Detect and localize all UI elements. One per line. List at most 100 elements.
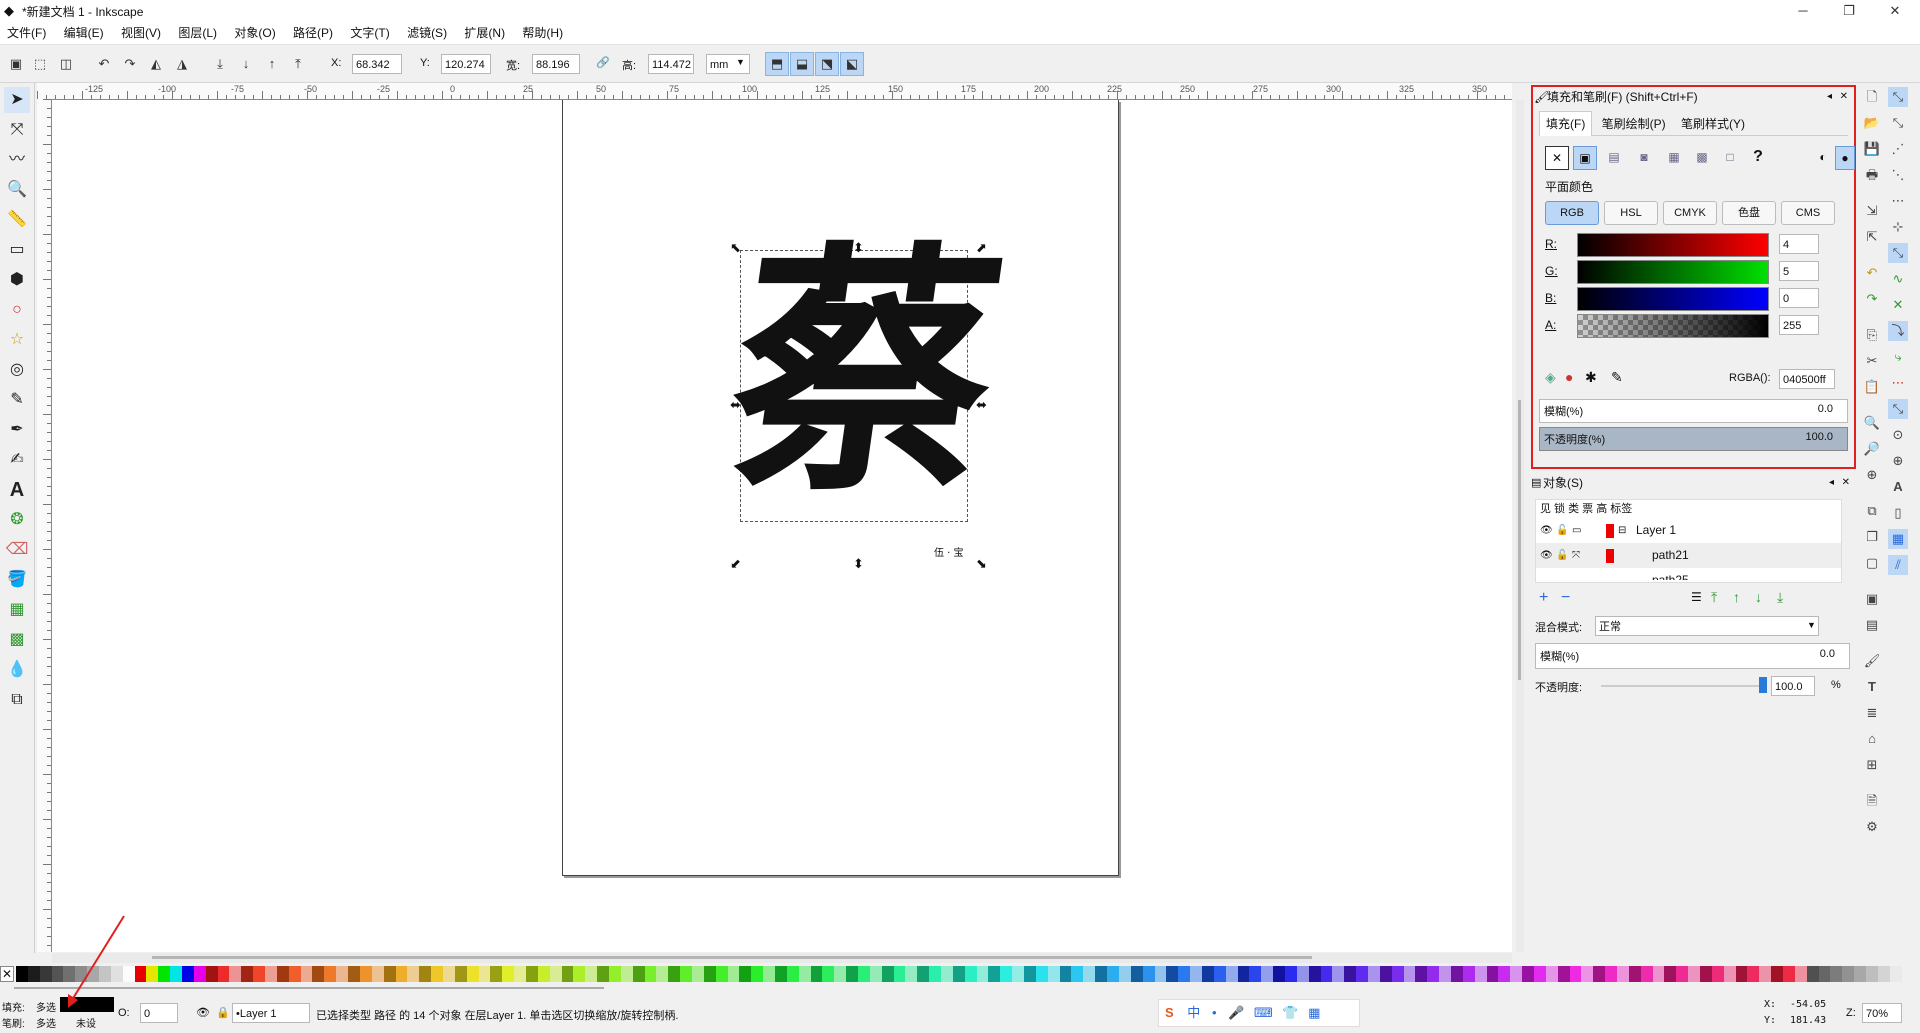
- palette-swatch[interactable]: [537, 966, 550, 982]
- palette-swatch[interactable]: [1557, 966, 1570, 982]
- palette-swatch[interactable]: [1308, 966, 1321, 982]
- palette-swatch[interactable]: [1427, 966, 1440, 982]
- palette-swatch[interactable]: [1581, 966, 1594, 982]
- scale-handle-w-icon[interactable]: ⬌: [730, 397, 741, 413]
- width-input[interactable]: 88.196: [532, 54, 580, 74]
- palette-swatch[interactable]: [1178, 966, 1191, 982]
- vertical-scrollbar[interactable]: [1516, 100, 1524, 952]
- palette-swatch[interactable]: [988, 966, 1001, 982]
- palette-swatch[interactable]: [478, 966, 491, 982]
- palette-swatch[interactable]: [1498, 966, 1511, 982]
- palette-swatch[interactable]: [182, 966, 194, 982]
- tab-stroke-style[interactable]: 笔刷样式(Y): [1675, 112, 1751, 136]
- palette-swatch[interactable]: [1522, 966, 1534, 982]
- palette-swatch[interactable]: [786, 966, 799, 982]
- print-icon[interactable]: 🖶: [1862, 165, 1882, 185]
- ime-grid-icon[interactable]: ▦: [1308, 1005, 1320, 1020]
- palette-swatch[interactable]: [917, 966, 930, 982]
- snap-others-icon[interactable]: ⤡: [1888, 399, 1908, 419]
- objects-close-icon[interactable]: ✕: [1842, 473, 1850, 493]
- scale-handle-nw-icon[interactable]: ⬉: [730, 240, 741, 256]
- palette-swatch[interactable]: [312, 966, 325, 982]
- palette-swatch[interactable]: [929, 966, 942, 982]
- palette-swatch[interactable]: [442, 966, 455, 982]
- out-of-gamut-icon[interactable]: ●: [1565, 369, 1573, 385]
- menu-object[interactable]: 对象(O): [227, 22, 282, 44]
- radial-gradient-icon[interactable]: ◙: [1633, 146, 1655, 168]
- ellipse-tool-icon[interactable]: ○: [4, 297, 30, 323]
- ime-mic-icon[interactable]: 🎤: [1228, 1005, 1244, 1020]
- duplicate-icon[interactable]: ⧉: [1862, 501, 1882, 521]
- palette-swatch[interactable]: [858, 966, 870, 982]
- palette-swatch[interactable]: [454, 966, 467, 982]
- channel-b-slider[interactable]: [1577, 287, 1769, 311]
- lower-to-bottom-icon[interactable]: ⤓: [1777, 589, 1783, 606]
- snap-smooth-icon[interactable]: ⤷: [1888, 347, 1908, 367]
- palette-swatch[interactable]: [644, 966, 657, 982]
- palette-swatch[interactable]: [229, 966, 242, 982]
- maximize-button[interactable]: ❐: [1826, 0, 1872, 22]
- no-paint-icon[interactable]: ✕: [1545, 146, 1569, 170]
- calligraphy-tool-icon[interactable]: ✍: [4, 447, 30, 473]
- palette-swatch[interactable]: [1130, 966, 1143, 982]
- palette-swatch[interactable]: [359, 966, 372, 982]
- tab-fill[interactable]: 填充(F): [1539, 111, 1593, 136]
- palette-swatch[interactable]: [158, 966, 171, 982]
- text-tool-icon[interactable]: A: [4, 477, 30, 503]
- deselect-icon[interactable]: ◫: [54, 52, 78, 76]
- snap-grid-icon[interactable]: ▦: [1888, 529, 1908, 549]
- channel-a-input[interactable]: 255: [1779, 315, 1819, 335]
- palette-swatch[interactable]: [1759, 966, 1772, 982]
- palette-swatch[interactable]: [822, 966, 835, 982]
- palette-swatch[interactable]: [1071, 966, 1084, 982]
- spray-tool-icon[interactable]: ❂: [4, 507, 30, 533]
- palette-swatch[interactable]: [715, 966, 728, 982]
- redo-icon[interactable]: ↷: [1862, 289, 1882, 309]
- scale-handle-sw-icon[interactable]: ⬋: [730, 556, 741, 572]
- snap-nodes-icon[interactable]: ⤡: [1888, 243, 1908, 263]
- snap-center-icon[interactable]: ⊙: [1888, 425, 1908, 445]
- snap-bbox-icon[interactable]: ⤡: [1888, 113, 1908, 133]
- spiral-tool-icon[interactable]: ◎: [4, 357, 30, 383]
- palette-swatch[interactable]: [1344, 966, 1357, 982]
- ime-toolbar[interactable]: S 中 • 🎤 ⌨ 👕 ▦: [1158, 999, 1360, 1027]
- scale-stroke-icon[interactable]: ⬒: [765, 52, 789, 76]
- mode-rgb[interactable]: RGB: [1545, 201, 1599, 225]
- menu-text[interactable]: 文字(T): [343, 22, 396, 44]
- transform-pattern-icon[interactable]: ⬕: [840, 52, 864, 76]
- palette-swatch[interactable]: [1593, 966, 1606, 982]
- palette-swatch[interactable]: [336, 966, 349, 982]
- palette-swatch[interactable]: [1854, 966, 1867, 982]
- document-properties-icon[interactable]: 🗎: [1862, 791, 1882, 811]
- fill-rule-nonzero-icon[interactable]: ●: [1835, 146, 1855, 170]
- palette-swatch[interactable]: [976, 966, 989, 982]
- path-color-tag[interactable]: [1606, 549, 1614, 563]
- lower-icon[interactable]: ↓: [234, 52, 258, 76]
- palette-swatch[interactable]: [1628, 966, 1641, 982]
- pattern-icon[interactable]: ▩: [1691, 146, 1713, 168]
- objects-opacity-input[interactable]: 100.0: [1771, 676, 1815, 696]
- palette-swatch[interactable]: [1059, 966, 1072, 982]
- palette-swatch[interactable]: [632, 966, 645, 982]
- palette-swatch[interactable]: [1379, 966, 1392, 982]
- palette-swatch[interactable]: [1142, 966, 1155, 982]
- palette-swatch[interactable]: [1332, 966, 1345, 982]
- palette-swatch[interactable]: [964, 966, 977, 982]
- snap-text-baseline-icon[interactable]: A: [1888, 477, 1908, 497]
- snap-paths-icon[interactable]: ∿: [1888, 269, 1908, 289]
- lower-to-bottom-icon[interactable]: ⤓: [208, 52, 232, 76]
- mode-hsl[interactable]: HSL: [1604, 201, 1658, 225]
- palette-swatch[interactable]: [324, 966, 337, 982]
- new-document-icon[interactable]: 🗋: [1862, 87, 1882, 107]
- preferences-icon[interactable]: ⚙: [1862, 817, 1882, 837]
- palette-swatch[interactable]: [1047, 966, 1060, 982]
- menu-extensions[interactable]: 扩展(N): [457, 22, 512, 44]
- text-font-icon[interactable]: T: [1862, 677, 1882, 697]
- visible-icon[interactable]: 👁: [1540, 543, 1553, 568]
- palette-swatch[interactable]: [1652, 966, 1665, 982]
- measure-tool-icon[interactable]: 📏: [4, 207, 30, 233]
- unset-paint-icon[interactable]: ?: [1747, 146, 1769, 168]
- palette-swatch[interactable]: [1356, 966, 1368, 982]
- palette-swatch[interactable]: [1249, 966, 1262, 982]
- layer-color-tag[interactable]: [1606, 524, 1614, 538]
